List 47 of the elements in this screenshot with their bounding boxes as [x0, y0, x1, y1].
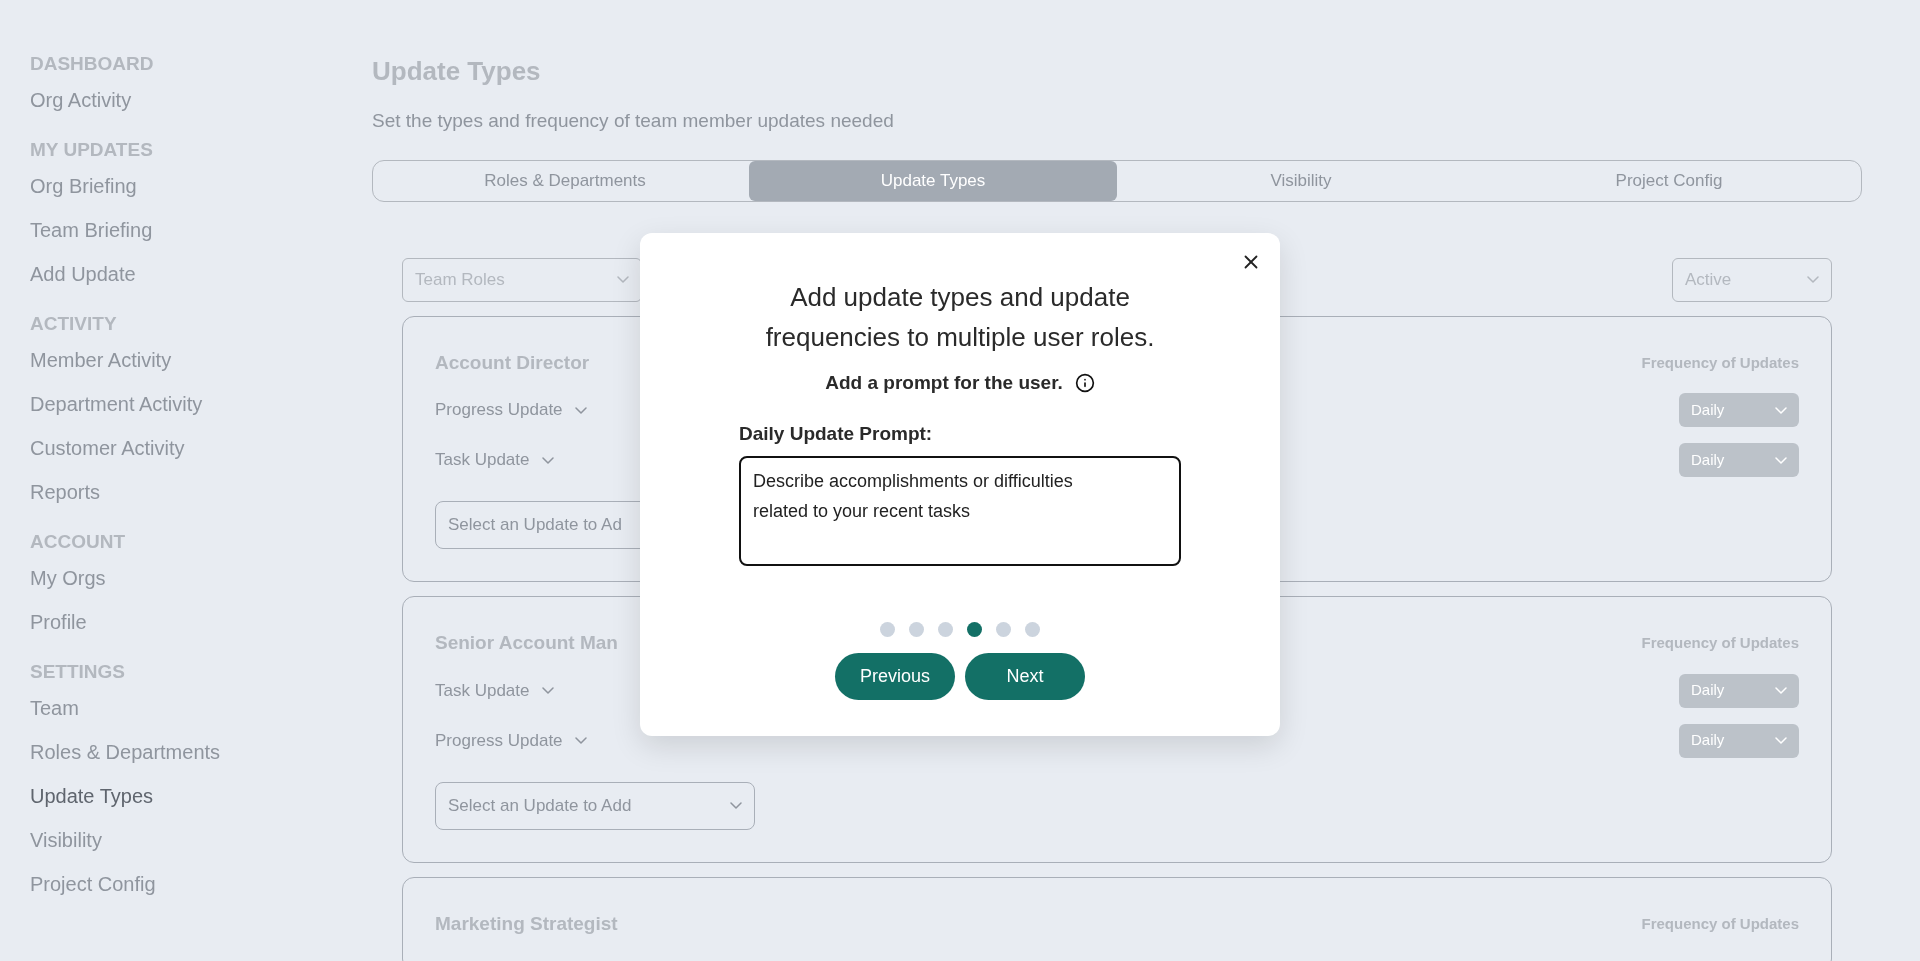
prompt-field[interactable]: Describe accomplishments or difficulties related to your recent tasks: [739, 456, 1181, 566]
sidebar-item[interactable]: Org Briefing: [30, 164, 372, 208]
sidebar-item[interactable]: Reports: [30, 470, 372, 514]
sidebar-item[interactable]: Team: [30, 686, 372, 730]
modal-title: Add update types and update frequencies to multiple user roles.: [764, 281, 1156, 354]
update-type-dropdown[interactable]: Progress Update: [435, 397, 587, 423]
chevron-icon: [1807, 276, 1819, 283]
sidebar-item[interactable]: Team Briefing: [30, 208, 372, 252]
tab[interactable]: Roles & Departments: [381, 160, 749, 201]
sidebar-item[interactable]: Org Activity: [30, 78, 372, 122]
page-subtitle: Set the types and frequency of team member updates needed: [372, 109, 895, 133]
frequency-dropdown[interactable]: Daily: [1679, 723, 1799, 758]
frequency-dropdown[interactable]: Daily: [1679, 393, 1799, 427]
chevron-icon: [1775, 406, 1787, 414]
chevron-icon: [541, 687, 554, 694]
sidebar-item[interactable]: Profile: [30, 600, 372, 644]
sidebar-item[interactable]: Project Config: [30, 862, 372, 906]
update-type-dropdown[interactable]: Task Update: [435, 677, 554, 704]
nav-button[interactable]: Next: [965, 653, 1085, 700]
field-label: Daily Update Prompt:: [739, 421, 934, 446]
update-type-dropdown[interactable]: Progress Update: [435, 727, 587, 754]
chevron-icon: [1775, 456, 1787, 464]
sidebar-item[interactable]: Update Types: [30, 774, 372, 818]
sidebar-item[interactable]: Customer Activity: [30, 426, 372, 470]
sidebar-item[interactable]: Visibility: [30, 818, 372, 862]
chevron-icon: [541, 456, 554, 464]
add-update-select[interactable]: Select an Update to Add: [435, 781, 755, 830]
sidebar-item[interactable]: Add Update: [30, 252, 372, 296]
chevron-icon: [1775, 687, 1787, 694]
tab[interactable]: Project Config: [1485, 160, 1853, 201]
sidebar-item[interactable]: Department Activity: [30, 382, 372, 426]
sidebar-item[interactable]: My Orgs: [30, 556, 372, 600]
frequency-dropdown[interactable]: Daily: [1679, 443, 1799, 477]
info-icon[interactable]: [1074, 373, 1095, 394]
chevron-icon: [1775, 737, 1787, 744]
chevron-icon: [574, 406, 587, 414]
frequency-dropdown[interactable]: Daily: [1679, 673, 1799, 708]
nav-button[interactable]: Previous: [835, 653, 955, 700]
update-type-dropdown[interactable]: Task Update: [435, 447, 554, 473]
sidebar-item[interactable]: Roles & Departments: [30, 730, 372, 774]
chevron-icon: [730, 802, 742, 809]
tab[interactable]: Update Types: [749, 160, 1117, 201]
sidebar-item[interactable]: Member Activity: [30, 338, 372, 382]
chevron-icon: [617, 276, 629, 283]
chevron-icon: [574, 737, 587, 744]
tab[interactable]: Visibility: [1117, 160, 1485, 201]
modal-subtitle: Add a prompt for the user.: [825, 371, 1063, 395]
